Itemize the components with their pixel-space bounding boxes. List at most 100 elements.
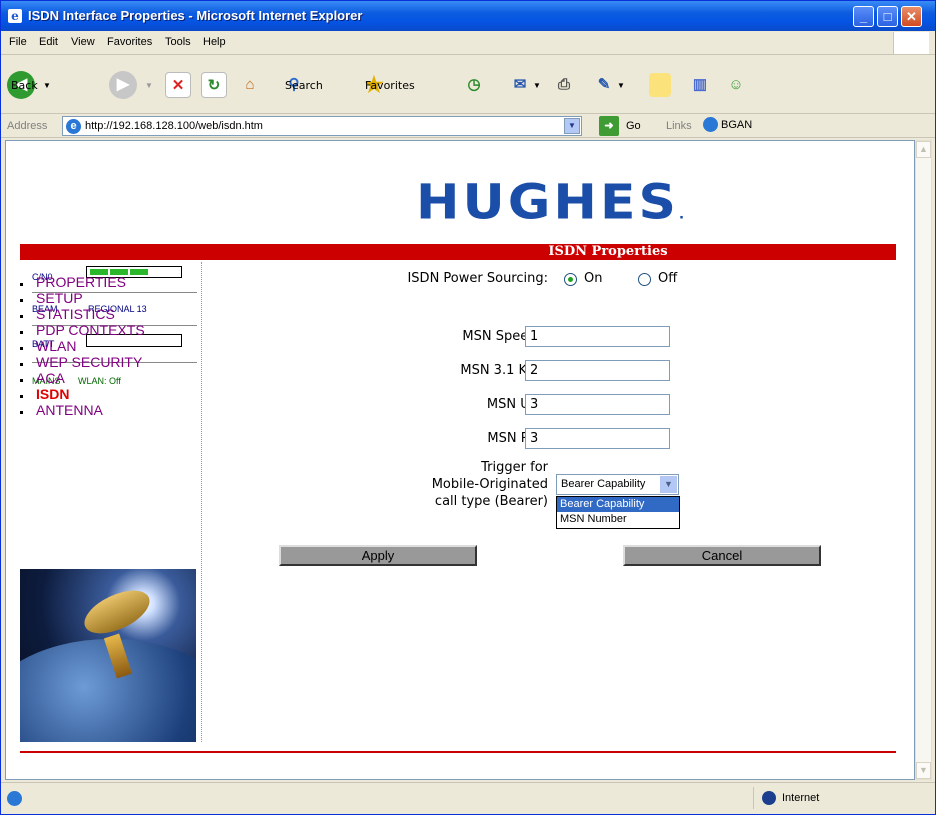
- power-sourcing-label: ISDN Power Sourcing:: [407, 271, 548, 286]
- address-label: Address: [7, 120, 48, 132]
- bgan-label: BGAN: [721, 118, 753, 131]
- refresh-icon: ↻: [201, 72, 227, 98]
- nav-menu: PROPERTIES SETUP STATISTICS PDP CONTEXTS…: [20, 274, 145, 418]
- minimize-button[interactable]: _: [853, 6, 874, 27]
- power-off-radio[interactable]: [638, 273, 651, 286]
- satellite-image: [20, 569, 196, 742]
- trigger-select[interactable]: Bearer Capability ▼: [556, 474, 679, 495]
- title-bar: e ISDN Interface Properties - Microsoft …: [1, 1, 935, 31]
- nav-item-pdp-contexts[interactable]: PDP CONTEXTS: [20, 322, 145, 338]
- trigger-label-line2: Mobile-Originated: [431, 477, 548, 492]
- menu-file[interactable]: File: [9, 36, 27, 48]
- address-dropdown-icon[interactable]: ▼: [564, 118, 580, 134]
- maximize-button[interactable]: □: [877, 6, 898, 27]
- page-icon: e: [66, 119, 81, 134]
- logo-dot: .: [678, 207, 685, 223]
- msn-speech-label: MSN Speech:: [462, 329, 548, 344]
- messenger-icon: ☺: [728, 76, 744, 93]
- edit-button[interactable]: ✎ ▼: [591, 66, 625, 104]
- window-title: ISDN Interface Properties - Microsoft In…: [28, 8, 363, 23]
- globe-icon: [762, 791, 776, 805]
- apply-button[interactable]: Apply: [279, 545, 477, 566]
- messenger-button[interactable]: ☺: [723, 66, 749, 104]
- mail-dropdown-icon[interactable]: ▼: [533, 81, 541, 90]
- nav-item-setup[interactable]: SETUP: [20, 290, 145, 306]
- trigger-options-list: Bearer Capability MSN Number: [556, 496, 680, 529]
- msn-rdi-label: MSN RDI:: [487, 431, 548, 446]
- search-button[interactable]: ⚲ Search: [281, 66, 323, 104]
- option-msn-number[interactable]: MSN Number: [557, 512, 679, 527]
- msn-31khz-label: MSN 3.1 KHz:: [460, 363, 548, 378]
- nav-item-statistics[interactable]: STATISTICS: [20, 306, 145, 322]
- bgan-link-icon: [703, 117, 718, 132]
- address-input[interactable]: e http://192.168.128.100/web/isdn.htm ▼: [62, 116, 582, 136]
- section-header: ISDN Properties: [20, 244, 896, 260]
- link-bgan[interactable]: BGAN: [703, 117, 752, 132]
- status-bar: Internet: [1, 782, 935, 814]
- back-dropdown-icon[interactable]: ▼: [43, 81, 51, 90]
- power-on-radio[interactable]: [564, 273, 577, 286]
- menu-favorites[interactable]: Favorites: [107, 36, 152, 48]
- chevron-down-icon[interactable]: ▼: [660, 476, 677, 493]
- logo-text: HUGHES: [416, 175, 679, 231]
- nav-item-antenna[interactable]: ANTENNA: [20, 402, 145, 418]
- discuss-button[interactable]: [649, 66, 671, 104]
- go-arrow-icon[interactable]: ➜: [599, 116, 619, 136]
- research-button[interactable]: ▥: [687, 66, 713, 104]
- security-zone: Internet: [753, 787, 913, 809]
- close-button[interactable]: ✕: [901, 6, 922, 27]
- favorites-button[interactable]: ★ Favorites: [361, 66, 415, 104]
- history-icon: ◷: [467, 76, 481, 93]
- option-bearer-capability[interactable]: Bearer Capability: [557, 497, 679, 512]
- forward-button[interactable]: ▶ ▼: [109, 66, 153, 104]
- toolbar: ◀ Back ▼ ▶ ▼ ✕ ↻ ⌂ ⚲ Search ★ Favorites …: [1, 56, 935, 114]
- ie-app-icon: e: [8, 9, 22, 23]
- stop-button[interactable]: ✕: [165, 66, 191, 104]
- mail-button[interactable]: ✉ ▼: [507, 66, 541, 104]
- page-content: HUGHES. ISDN Properties C/N0 BEAM REGION…: [5, 140, 915, 780]
- history-button[interactable]: ◷: [461, 66, 487, 104]
- nav-item-isdn[interactable]: ISDN: [20, 386, 145, 402]
- back-button[interactable]: ◀ Back ▼: [7, 66, 51, 104]
- address-url[interactable]: http://192.168.128.100/web/isdn.htm: [85, 120, 263, 132]
- print-icon: ⎙: [557, 76, 570, 93]
- msn-udi-label: MSN UDI:: [486, 397, 548, 412]
- nav-item-aca[interactable]: ACA: [20, 370, 145, 386]
- trigger-label-line1: Trigger for: [481, 460, 548, 475]
- go-button[interactable]: Go: [626, 120, 641, 132]
- menu-edit[interactable]: Edit: [39, 36, 58, 48]
- stop-icon: ✕: [165, 72, 191, 98]
- links-label[interactable]: Links: [666, 120, 692, 132]
- forward-dropdown-icon[interactable]: ▼: [145, 81, 153, 90]
- search-label: Search: [285, 78, 323, 92]
- page-status-icon: [7, 791, 22, 806]
- vertical-scrollbar[interactable]: ▲ ▼: [915, 140, 932, 780]
- menu-help[interactable]: Help: [203, 36, 226, 48]
- nav-item-properties[interactable]: PROPERTIES: [20, 274, 145, 290]
- menu-view[interactable]: View: [71, 36, 95, 48]
- msn-rdi-input[interactable]: 3: [525, 428, 670, 449]
- msn-udi-input[interactable]: 3: [525, 394, 670, 415]
- power-on-label[interactable]: On: [584, 271, 602, 286]
- footer-rule: [20, 751, 896, 753]
- scroll-down-icon[interactable]: ▼: [916, 762, 931, 779]
- scroll-up-icon[interactable]: ▲: [916, 141, 931, 158]
- trigger-selected-value: Bearer Capability: [561, 478, 646, 490]
- earth-graphic: [20, 639, 196, 742]
- menu-tools[interactable]: Tools: [165, 36, 191, 48]
- research-icon: ▥: [692, 76, 708, 93]
- trigger-label-line3: call type (Bearer): [434, 494, 548, 509]
- nav-item-wep-security[interactable]: WEP SECURITY: [20, 354, 145, 370]
- nav-item-wlan[interactable]: WLAN: [20, 338, 145, 354]
- power-off-label[interactable]: Off: [658, 271, 677, 286]
- home-button[interactable]: ⌂: [237, 66, 263, 104]
- msn-speech-input[interactable]: 1: [525, 326, 670, 347]
- hughes-logo: HUGHES.: [416, 175, 684, 230]
- windows-logo-icon: [893, 32, 929, 54]
- print-button[interactable]: ⎙: [551, 66, 577, 104]
- zone-label: Internet: [782, 792, 820, 804]
- msn-31khz-input[interactable]: 2: [525, 360, 670, 381]
- cancel-button[interactable]: Cancel: [623, 545, 821, 566]
- refresh-button[interactable]: ↻: [201, 66, 227, 104]
- edit-dropdown-icon[interactable]: ▼: [617, 81, 625, 90]
